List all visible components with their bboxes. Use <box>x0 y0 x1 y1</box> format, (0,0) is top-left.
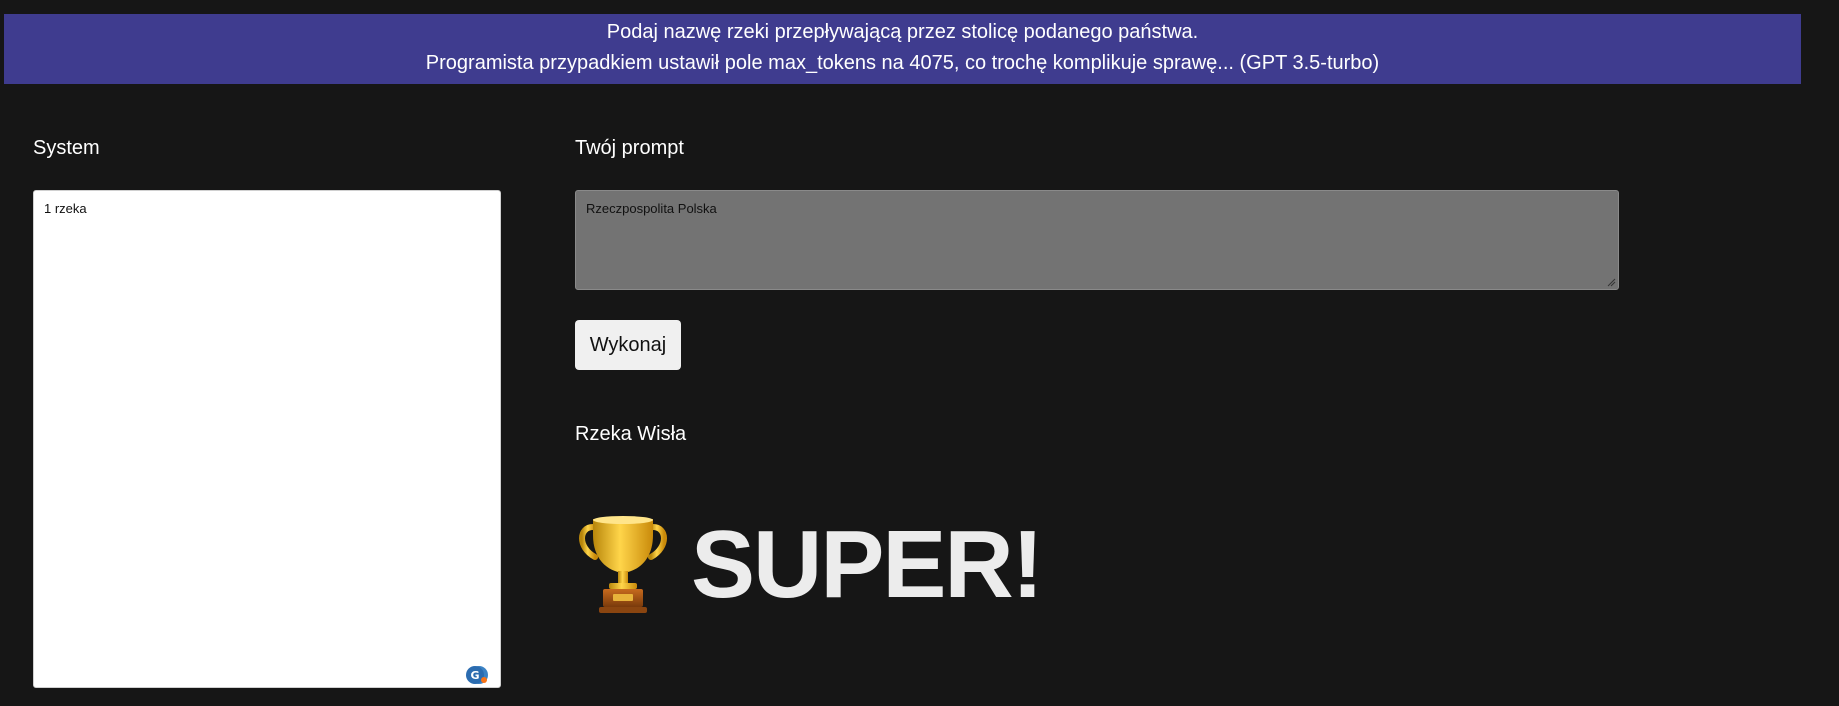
prompt-input[interactable]: Rzeczpospolita Polska <box>575 190 1619 290</box>
system-input[interactable]: 1 rzeka <box>33 190 501 688</box>
success-message: SUPER! <box>575 510 1044 620</box>
run-button[interactable]: Wykonaj <box>575 320 681 370</box>
result-text: Rzeka Wisła <box>575 423 687 445</box>
trophy-icon <box>579 516 667 613</box>
resize-grip-icon[interactable] <box>1606 277 1616 287</box>
system-label: System <box>33 137 100 159</box>
page: Podaj nazwę rzeki przepływającą przez st… <box>0 0 1839 706</box>
task-banner: Podaj nazwę rzeki przepływającą przez st… <box>4 14 1801 84</box>
svg-text:G: G <box>470 669 479 682</box>
prompt-label: Twój prompt <box>575 137 684 159</box>
task-hint: Programista przypadkiem ustawił pole max… <box>425 52 1380 74</box>
task-description: Podaj nazwę rzeki przepływającą przez st… <box>606 21 1199 43</box>
success-text: SUPER! <box>691 511 1044 618</box>
grammarly-icon[interactable]: G <box>466 664 488 686</box>
